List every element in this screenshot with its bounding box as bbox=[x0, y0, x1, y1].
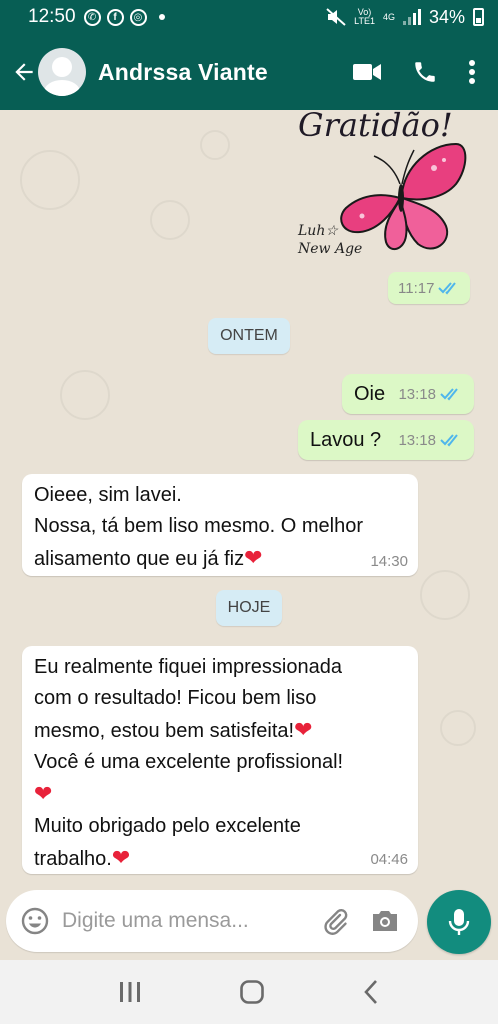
whatsapp-notification-icon: ✆ bbox=[83, 8, 101, 26]
attach-button[interactable] bbox=[320, 906, 350, 936]
date-separator-today: HOJE bbox=[216, 590, 282, 626]
voice-message-button[interactable] bbox=[427, 890, 491, 954]
camera-button[interactable] bbox=[370, 908, 400, 934]
avatar[interactable] bbox=[38, 48, 86, 96]
home-button[interactable] bbox=[239, 979, 265, 1005]
sticker-message[interactable]: Gratidão! Luh☆ New Age bbox=[294, 110, 474, 270]
phone-icon bbox=[415, 62, 435, 82]
message-text: Oie bbox=[354, 382, 386, 405]
message-time: 14:30 bbox=[370, 553, 408, 570]
header-actions bbox=[352, 59, 498, 85]
read-ticks-icon bbox=[438, 282, 457, 295]
system-status: Vo) LTE1 4G 34% bbox=[326, 7, 484, 28]
message-time: 04:46 bbox=[370, 851, 408, 868]
voice-call-button[interactable] bbox=[412, 59, 438, 85]
more-options-button[interactable] bbox=[468, 59, 476, 85]
recent-apps-icon bbox=[120, 982, 141, 1002]
message-input[interactable] bbox=[62, 909, 320, 933]
back-chevron-icon bbox=[363, 980, 377, 1004]
date-separator-yesterday: ONTEM bbox=[208, 318, 290, 354]
emoji-icon bbox=[21, 907, 49, 935]
read-ticks-icon bbox=[440, 388, 458, 401]
signal-icon bbox=[402, 9, 421, 25]
status-time: 12:50 bbox=[28, 6, 76, 27]
status-bar: 12:50 ✆ f ◎ Vo) LTE1 4G 34% bbox=[0, 0, 498, 34]
message-bubble-outgoing[interactable]: Lavou ? 13:18 bbox=[298, 420, 474, 460]
message-bubble-incoming[interactable]: Oieee, sim lavei. Nossa, tá bem liso mes… bbox=[22, 474, 418, 576]
battery-icon bbox=[473, 8, 484, 26]
message-text-line: mesmo, estou bem satisfeita!❤ bbox=[34, 717, 313, 742]
volte-indicator: Vo) LTE1 bbox=[354, 7, 375, 26]
camera-icon bbox=[373, 911, 397, 931]
home-icon bbox=[240, 980, 264, 1004]
message-text-line: ❤ bbox=[34, 778, 406, 811]
kebab-menu-icon bbox=[469, 60, 475, 84]
chat-header: Andrssa Viante bbox=[0, 34, 498, 110]
message-text-line: Oieee, sim lavei. bbox=[34, 484, 182, 506]
system-navigation-bar bbox=[0, 960, 498, 1024]
mute-icon bbox=[326, 8, 346, 26]
chrome-notification-icon: ◎ bbox=[129, 8, 147, 26]
back-button[interactable] bbox=[6, 52, 42, 92]
more-notifications-icon bbox=[158, 14, 165, 20]
message-time: 13:18 bbox=[398, 385, 436, 403]
battery-percentage: 34% bbox=[428, 6, 465, 27]
paperclip-icon bbox=[324, 909, 348, 935]
message-input-container bbox=[6, 890, 418, 952]
message-text-line: Nossa, tá bem liso mesmo. O melhor bbox=[34, 515, 363, 537]
red-heart-emoji: ❤ bbox=[294, 717, 313, 742]
contact-name[interactable]: Andrssa Viante bbox=[98, 59, 268, 86]
video-camera-icon bbox=[353, 64, 381, 80]
back-nav-button[interactable] bbox=[362, 979, 380, 1005]
message-text-line: Você é uma excelente profissional! bbox=[34, 751, 344, 773]
message-text-line: trabalho.❤ bbox=[34, 845, 131, 870]
back-arrow-icon bbox=[15, 63, 33, 81]
sticker-timestamp: 11:17 bbox=[388, 272, 471, 304]
red-heart-emoji: ❤ bbox=[111, 845, 131, 870]
network-type: 4G bbox=[382, 11, 395, 22]
message-bubble-incoming[interactable]: Eu realmente fiquei impressionada com o … bbox=[22, 646, 418, 874]
facebook-notification-icon: f bbox=[106, 8, 124, 26]
message-composer bbox=[0, 886, 498, 960]
read-ticks-icon bbox=[440, 434, 458, 447]
notification-icons: ✆ f ◎ bbox=[83, 8, 165, 26]
message-meta: 13:18 bbox=[398, 432, 462, 449]
red-heart-emoji: ❤ bbox=[244, 545, 263, 570]
emoji-button[interactable] bbox=[20, 906, 50, 936]
recent-apps-button[interactable] bbox=[118, 981, 142, 1003]
message-meta: 13:18 bbox=[398, 386, 462, 403]
red-heart-emoji: ❤ bbox=[34, 781, 53, 806]
sticker-signature: Luh☆ New Age bbox=[298, 223, 363, 257]
message-text-line: com o resultado! Ficou bem liso bbox=[34, 687, 317, 709]
message-text-line: Eu realmente fiquei impressionada bbox=[34, 656, 342, 678]
message-bubble-outgoing[interactable]: Oie 13:18 bbox=[342, 374, 474, 414]
video-call-button[interactable] bbox=[352, 61, 382, 83]
chat-area[interactable]: Gratidão! Luh☆ New Age 11:17 ONTEM Oie 1… bbox=[0, 110, 498, 890]
message-time: 13:18 bbox=[398, 431, 436, 449]
message-text: Lavou ? bbox=[310, 428, 382, 451]
message-text-line: alisamento que eu já fiz❤ bbox=[34, 545, 263, 570]
microphone-icon bbox=[448, 909, 470, 935]
message-text-line: Muito obrigado pelo excelente bbox=[34, 815, 301, 837]
